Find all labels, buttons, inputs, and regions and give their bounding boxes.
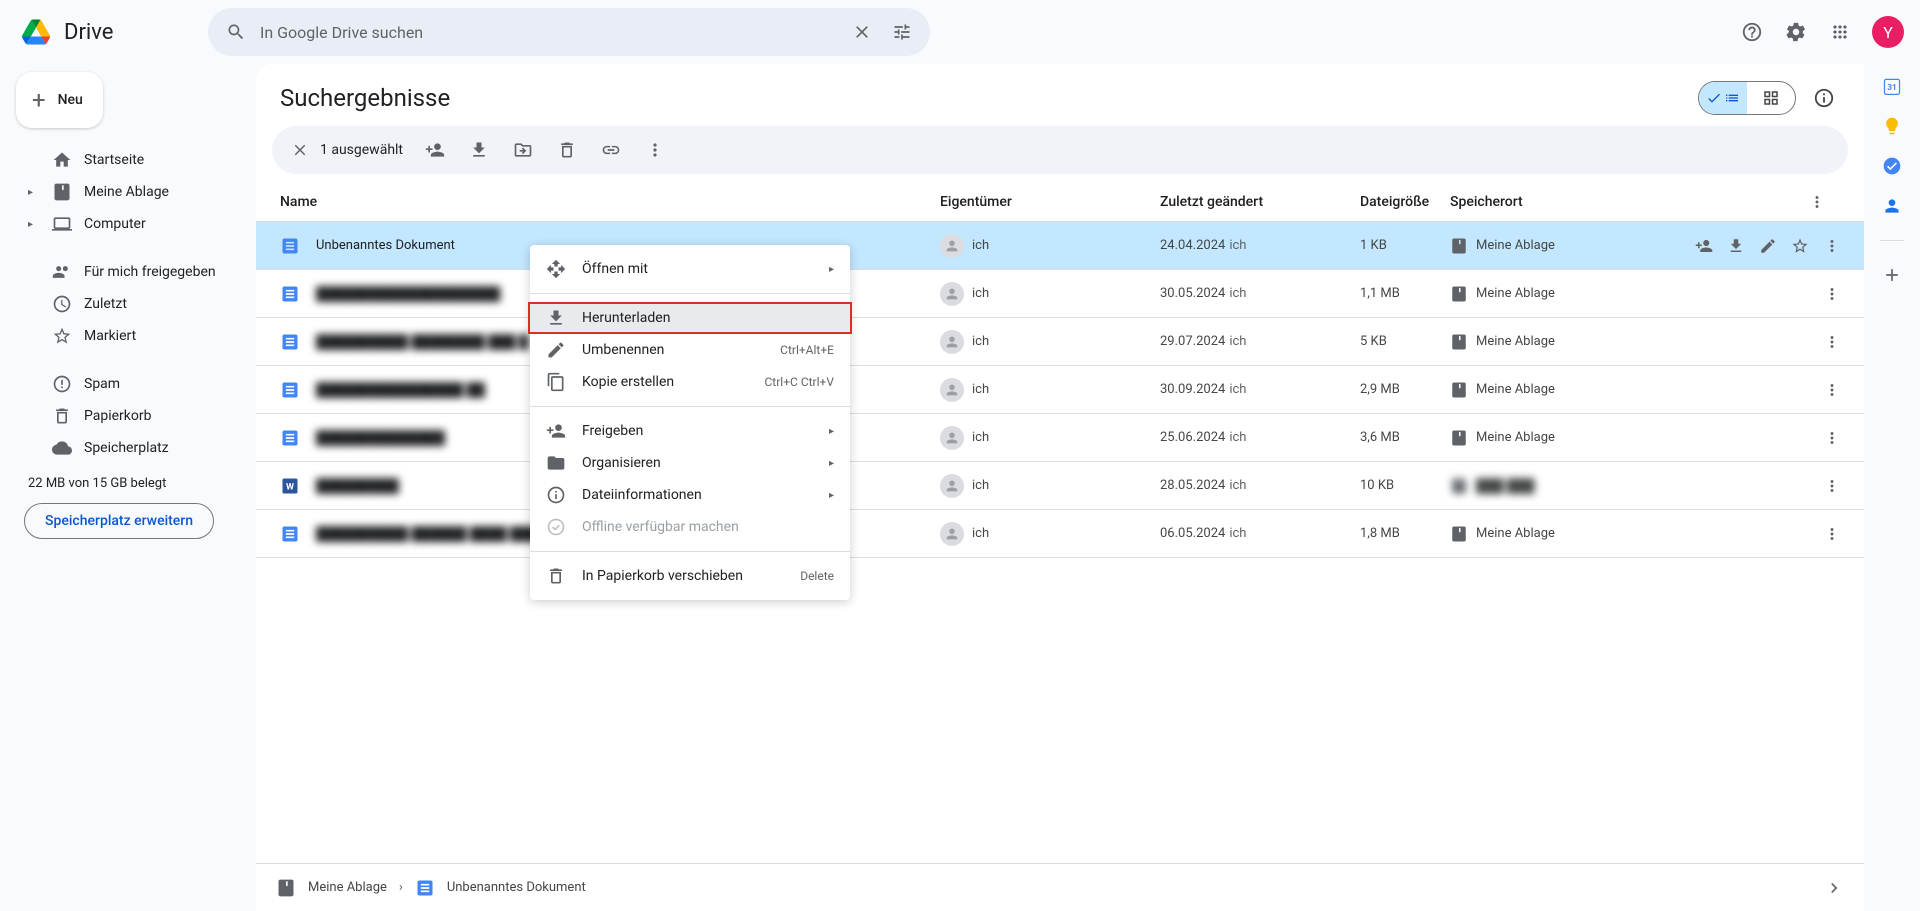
share-icon[interactable] bbox=[1688, 230, 1720, 262]
expand-bar-icon[interactable] bbox=[1824, 878, 1844, 898]
download-icon[interactable] bbox=[459, 130, 499, 170]
page-title: Suchergebnisse bbox=[280, 84, 450, 112]
file-row[interactable]: ████████████████████ich30.05.2024 ich1,1… bbox=[256, 270, 1864, 318]
selection-bar: 1 ausgewählt bbox=[272, 126, 1848, 174]
ctx-folder[interactable]: Organisieren▸ bbox=[530, 447, 850, 479]
user-avatar[interactable]: Y bbox=[1872, 16, 1904, 48]
more-icon[interactable] bbox=[635, 130, 675, 170]
col-menu-icon[interactable] bbox=[1808, 193, 1848, 211]
search-options-icon[interactable] bbox=[882, 12, 922, 52]
ctx-trash[interactable]: In Papierkorb verschiebenDelete bbox=[530, 560, 850, 592]
star-icon[interactable] bbox=[1784, 230, 1816, 262]
plus-icon: + bbox=[32, 86, 46, 114]
selection-count: 1 ausgewählt bbox=[320, 142, 403, 158]
contacts-icon[interactable] bbox=[1882, 196, 1902, 216]
ctx-share[interactable]: Freigeben▸ bbox=[530, 415, 850, 447]
breadcrumb-root[interactable]: Meine Ablage bbox=[308, 880, 387, 895]
help-icon[interactable] bbox=[1732, 12, 1772, 52]
side-panel: 31 bbox=[1864, 64, 1920, 285]
calendar-icon[interactable]: 31 bbox=[1882, 76, 1902, 96]
ctx-copy[interactable]: Kopie erstellenCtrl+C Ctrl+V bbox=[530, 366, 850, 398]
file-row[interactable]: Unbenanntes Dokumentich24.04.2024 ich1 K… bbox=[256, 222, 1864, 270]
col-size[interactable]: Dateigröße bbox=[1360, 194, 1450, 210]
sidebar: + Neu Startseite▸Meine Ablage▸Computer F… bbox=[0, 64, 256, 911]
ctx-open[interactable]: Öffnen mit▸ bbox=[530, 253, 850, 285]
col-modified[interactable]: Zuletzt geändert bbox=[1160, 194, 1360, 210]
context-menu: Öffnen mit▸ HerunterladenUmbenennenCtrl+A… bbox=[530, 245, 850, 600]
file-row[interactable]: W█████████ich28.05.2024 ich10 KB███ ███ bbox=[256, 462, 1864, 510]
nav-item-spam[interactable]: Spam bbox=[16, 368, 240, 400]
row-more-icon[interactable] bbox=[1816, 422, 1848, 454]
add-addon-icon[interactable] bbox=[1882, 265, 1902, 285]
ctx-rename[interactable]: UmbenennenCtrl+Alt+E bbox=[530, 334, 850, 366]
new-button[interactable]: + Neu bbox=[16, 72, 103, 128]
storage-text: 22 MB von 15 GB belegt bbox=[16, 464, 240, 503]
download-icon[interactable] bbox=[1720, 230, 1752, 262]
delete-icon[interactable] bbox=[547, 130, 587, 170]
ctx-info[interactable]: Dateiinformationen▸ bbox=[530, 479, 850, 511]
nav-item-cloud[interactable]: Speicherplatz bbox=[16, 432, 240, 464]
drive-logo-icon bbox=[16, 12, 56, 52]
row-more-icon[interactable] bbox=[1816, 374, 1848, 406]
file-row[interactable]: ████████████████ ██ich30.09.2024 ich2,9 … bbox=[256, 366, 1864, 414]
drive-text: Drive bbox=[64, 20, 113, 45]
header-right: Y bbox=[1732, 12, 1904, 52]
chevron-right-icon: › bbox=[399, 880, 403, 895]
file-row[interactable]: ██████████ ████████ ███ █ich29.07.2024 i… bbox=[256, 318, 1864, 366]
search-icon[interactable] bbox=[216, 12, 256, 52]
nav-item-computer[interactable]: ▸Computer bbox=[16, 208, 240, 240]
tasks-icon[interactable] bbox=[1882, 156, 1902, 176]
nav-item-drive[interactable]: ▸Meine Ablage bbox=[16, 176, 240, 208]
main-content: Suchergebnisse 1 ausgewählt Name Eigentü… bbox=[256, 64, 1864, 911]
share-icon[interactable] bbox=[415, 130, 455, 170]
file-row[interactable]: ██████████████ich25.06.2024 ich3,6 MBMei… bbox=[256, 414, 1864, 462]
row-more-icon[interactable] bbox=[1816, 278, 1848, 310]
breadcrumb-file[interactable]: Unbenanntes Dokument bbox=[447, 880, 586, 895]
col-name[interactable]: Name bbox=[280, 194, 940, 210]
rename-icon[interactable] bbox=[1752, 230, 1784, 262]
table-header: Name Eigentümer Zuletzt geändert Dateigr… bbox=[256, 182, 1864, 222]
list-view-button[interactable] bbox=[1699, 82, 1747, 114]
nav-item-trash[interactable]: Papierkorb bbox=[16, 400, 240, 432]
svg-text:31: 31 bbox=[1887, 83, 1897, 93]
clear-search-icon[interactable] bbox=[842, 12, 882, 52]
file-row[interactable]: ██████████ ██████ ████ ██████ich06.05.20… bbox=[256, 510, 1864, 558]
clear-selection-icon[interactable] bbox=[284, 134, 316, 166]
drive-logo[interactable]: Drive bbox=[16, 12, 208, 52]
nav-item-shared[interactable]: Für mich freigegeben bbox=[16, 256, 240, 288]
doc-icon bbox=[415, 878, 435, 898]
expand-storage-button[interactable]: Speicherplatz erweitern bbox=[24, 503, 214, 539]
info-icon[interactable] bbox=[1804, 78, 1844, 118]
link-icon[interactable] bbox=[591, 130, 631, 170]
ctx-offline: Offline verfügbar machen bbox=[530, 511, 850, 543]
col-owner[interactable]: Eigentümer bbox=[940, 194, 1160, 210]
nav-item-home[interactable]: Startseite bbox=[16, 144, 240, 176]
header: Drive Y bbox=[0, 0, 1920, 64]
move-icon[interactable] bbox=[503, 130, 543, 170]
keep-icon[interactable] bbox=[1882, 116, 1902, 136]
row-more-icon[interactable] bbox=[1816, 470, 1848, 502]
svg-text:W: W bbox=[286, 482, 294, 492]
new-button-label: Neu bbox=[58, 92, 83, 108]
breadcrumb-bar: Meine Ablage › Unbenanntes Dokument bbox=[256, 863, 1864, 911]
row-more-icon[interactable] bbox=[1816, 518, 1848, 550]
search-input[interactable] bbox=[256, 23, 842, 42]
view-toggle bbox=[1698, 81, 1796, 115]
row-more-icon[interactable] bbox=[1816, 230, 1848, 262]
nav-item-clock[interactable]: Zuletzt bbox=[16, 288, 240, 320]
row-more-icon[interactable] bbox=[1816, 326, 1848, 358]
drive-folder-icon bbox=[276, 878, 296, 898]
col-location[interactable]: Speicherort bbox=[1450, 194, 1808, 210]
nav-item-star[interactable]: Markiert bbox=[16, 320, 240, 352]
ctx-download[interactable]: Herunterladen bbox=[528, 302, 852, 334]
settings-icon[interactable] bbox=[1776, 12, 1816, 52]
search-bar bbox=[208, 8, 930, 56]
grid-view-button[interactable] bbox=[1747, 82, 1795, 114]
apps-icon[interactable] bbox=[1820, 12, 1860, 52]
